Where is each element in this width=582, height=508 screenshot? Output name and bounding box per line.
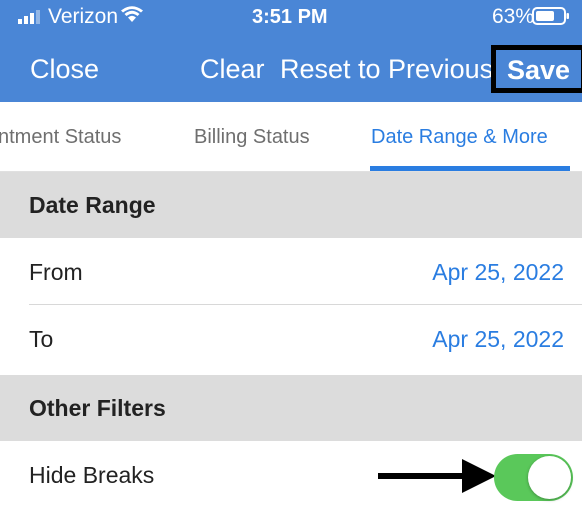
- clear-button[interactable]: Clear: [200, 52, 265, 86]
- from-date-value[interactable]: Apr 25, 2022: [432, 257, 564, 287]
- to-label: To: [29, 326, 54, 352]
- hide-breaks-label: Hide Breaks: [29, 462, 155, 488]
- app-header: Verizon 3:51 PM 63% Close Clear Reset to…: [0, 0, 582, 102]
- reset-to-previous-button[interactable]: Reset to Previous: [280, 52, 493, 86]
- battery-percentage: 63%: [492, 5, 535, 28]
- to-date-row[interactable]: To Apr 25, 2022: [0, 305, 582, 375]
- other-filters-section-header: Other Filters: [0, 375, 582, 441]
- hide-breaks-toggle[interactable]: [494, 454, 573, 501]
- nav-bar: Close Clear Reset to Previous Save: [0, 32, 582, 102]
- status-time: 3:51 PM: [252, 6, 328, 28]
- save-button[interactable]: Save: [491, 45, 582, 93]
- toggle-knob: [528, 456, 571, 499]
- date-range-title: Date Range: [29, 192, 156, 218]
- battery-icon: [532, 7, 569, 25]
- from-date-row[interactable]: From Apr 25, 2022: [0, 238, 582, 305]
- date-range-section-header: Date Range: [0, 172, 582, 238]
- to-date-value[interactable]: Apr 25, 2022: [432, 324, 564, 354]
- tab-appointment-status[interactable]: ntment Status: [0, 124, 121, 150]
- tab-date-range-and-more[interactable]: Date Range & More: [371, 124, 548, 150]
- close-button[interactable]: Close: [30, 52, 99, 86]
- status-bar: Verizon 3:51 PM 63%: [0, 0, 582, 32]
- carrier-name: Verizon: [48, 5, 119, 28]
- other-filters-title: Other Filters: [29, 395, 166, 421]
- from-label: From: [29, 259, 83, 285]
- filter-tabs: ntment Status Billing Status Date Range …: [0, 102, 582, 172]
- cell-signal-icon: [18, 10, 40, 24]
- arrow-pointer-icon: [378, 459, 496, 493]
- wifi-icon: [121, 6, 143, 22]
- selected-tab-indicator: [370, 166, 570, 171]
- tab-billing-status[interactable]: Billing Status: [194, 124, 310, 150]
